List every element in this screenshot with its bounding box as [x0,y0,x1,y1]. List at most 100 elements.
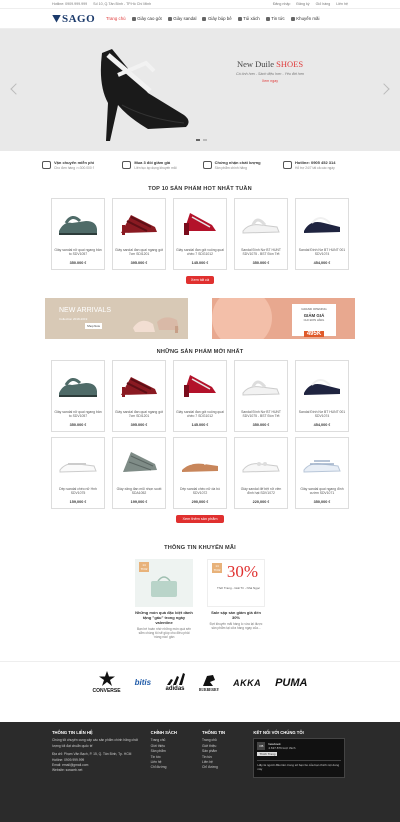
slider-next-icon[interactable] [378,83,390,95]
shop-now-button[interactable]: Shop Now [85,323,102,329]
nav-high-heels[interactable]: Giày cao gót [131,16,162,21]
nav-flats[interactable]: Giày búp bê [202,16,232,21]
topbar-address: Số 10, Q.Tân Bình - TP.Hồ Chí Minh [93,2,152,6]
shoe-icon [131,16,136,21]
contact-link[interactable]: Liên hệ [336,2,348,6]
view-more-products-button[interactable]: Xem thêm sản phẩm [176,515,224,523]
product-price: 395.000 ₫ [130,261,148,265]
brand-converse[interactable]: CONVERSE [93,671,121,694]
nav-label: Khuyến mãi [296,16,320,21]
promo-title[interactable]: Sale sập sàn giảm giá đến 30% [207,610,265,620]
grand-opening-card: GRAND OPENING GIẢM GIÁ CHO ĐƠN HÀNG 495K [292,304,336,337]
nav-home[interactable]: Trang chủ [106,16,126,21]
product-card[interactable]: Sandal Đính Nơ BT HUNT 001 SDV1074 454,00… [295,360,349,432]
product-image[interactable] [174,438,226,484]
product-name[interactable]: Sandal Đính Nơ BT HUNT SDV1075 - BST Đón… [235,410,287,422]
product-name[interactable]: Giày sandal đế bệt nữ viền đính hạt SDV1… [235,487,287,499]
product-name[interactable]: Dép sandal chéo nữ da bò SDV1072 [174,487,226,499]
product-image[interactable] [52,438,104,484]
product-name[interactable]: Giày sandal đan quai ngang gót 7cm SDI12… [113,410,165,422]
facebook-widget[interactable]: FB facebook 4.637.876 lượt thích Thích T… [253,738,346,779]
hero-cta-link[interactable]: Xem ngay [230,79,310,83]
nav-promo[interactable]: Khuyến mãi [290,16,320,21]
product-card[interactable]: Giày sandal nữ quai ngang bản to SDV1057… [51,360,105,432]
product-card[interactable]: Giày sandal nữ quai ngang bản to SDV1057… [51,198,105,270]
product-image[interactable] [296,438,348,484]
product-name[interactable]: Dép sandal chéo nữ Hnh SDV1075 [52,487,104,499]
brand-adidas[interactable]: adidas [165,673,186,692]
product-name[interactable]: Giày sandal đan quai ngang gót 7cm SDI12… [113,248,165,260]
product-card[interactable]: Sandal Đính Nơ BT HUNT 001 SDV1074 454,00… [295,198,349,270]
footer-link[interactable]: Chỉ đường [151,765,192,770]
slider-prev-icon[interactable] [10,83,22,95]
logo[interactable]: SAGO [52,13,100,25]
product-image[interactable] [174,361,226,407]
product-card[interactable]: Sandal Đính Nơ BT HUNT SDV1075 - BST Đón… [234,198,288,270]
product-image[interactable] [52,361,104,407]
banner-row: NEW ARRIVALS Collection 2018-2019 Shop N… [0,298,400,339]
product-name[interactable]: Giày sandal nữ quai ngang bản to SDV1057 [52,248,104,260]
banner-shoes-image [133,317,179,333]
product-image[interactable] [113,199,165,245]
product-image[interactable] [235,199,287,245]
product-card[interactable]: Dép sandal chéo nữ Hnh SDV1075 159,000 ₫ [51,437,105,509]
login-link[interactable]: Đăng nhập [273,2,291,6]
product-card[interactable]: Giày sandal đan quai ngang gót 7cm SDI12… [112,360,166,432]
brand-burberry[interactable]: BURBERRY [199,674,219,692]
product-name[interactable]: Sandal Đính Nơ BT HUNT SDV1075 - BST Đón… [235,248,287,260]
product-image[interactable] [113,438,165,484]
nav-news[interactable]: Tin tức [265,16,285,21]
product-card[interactable]: Giày xăng đan mũi nhọn scott SDA1052 199,… [112,437,166,509]
facebook-like-button[interactable]: Thích Trang [257,752,278,757]
product-price: 145.000 ₫ [191,261,209,265]
product-price: 199,000 ₫ [130,500,148,504]
feature-shipping: Vận chuyển miễn phí Cho đơn hàng >=300.00… [42,160,117,178]
promo-title[interactable]: Những món quà đặc biệt dành tặng "gấu" t… [135,610,193,625]
banner-new-arrivals[interactable]: NEW ARRIVALS Collection 2018-2019 Shop N… [45,298,188,339]
product-card[interactable]: Giày sandal đan gót vuông quai chéo 7 SD… [173,360,227,432]
footer-link[interactable]: Chỉ đường [202,765,243,770]
product-image[interactable] [235,438,287,484]
nav-bags[interactable]: Túi xách [237,16,260,21]
product-name[interactable]: Giày sandal nữ quai ngang bản to SDV1057 [52,410,104,422]
banner-grand-opening[interactable]: GRAND OPENING GIẢM GIÁ CHO ĐƠN HÀNG 495K [212,298,355,339]
hero-slider[interactable]: New Duile SHOES Cá tính hơn - Sành điệu … [0,29,400,151]
nav-label: Tin tức [271,16,285,21]
product-card[interactable]: Giày sandal đan quai ngang gót 7cm SDI12… [112,198,166,270]
feature-bar: Vận chuyển miễn phí Cho đơn hàng >=300.00… [0,160,400,178]
product-card[interactable]: Dép sandal chéo nữ da bò SDV1072 290,000 … [173,437,227,509]
nav-sandals[interactable]: Giày sandal [167,16,196,21]
product-price: 350.000 ₫ [69,261,87,265]
badge-icon [202,161,212,169]
product-card[interactable]: Giày sandal đan gót vuông quai chéo 7 SD… [173,198,227,270]
product-image[interactable] [296,199,348,245]
product-image[interactable] [296,361,348,407]
product-image[interactable] [235,361,287,407]
product-price: 350.000 ₫ [69,423,87,427]
product-card[interactable]: Sandal Đính Nơ BT HUNT SDV1075 - BST Đón… [234,360,288,432]
promo-card[interactable]: 14 Th02 Những món quà đặc biệt dành tặng… [135,559,193,639]
brand-bitis[interactable]: bitis [135,678,151,687]
product-name[interactable]: Sandal Đính Nơ BT HUNT 001 SDV1074 [296,248,348,260]
product-image[interactable] [52,199,104,245]
topbar-hotline: Hotline: 0909.999.999 [52,2,88,6]
product-name[interactable]: Giày sandal quai ngang đính cườm SDV1071 [296,487,348,499]
product-name[interactable]: Sandal Đính Nơ BT HUNT 001 SDV1074 [296,410,348,422]
product-name[interactable]: Giày sandal đan gót vuông quai chéo 7 SD… [174,410,226,422]
slider-dots[interactable] [196,139,207,141]
product-name[interactable]: Giày sandal đan gót vuông quai chéo 7 SD… [174,248,226,260]
cart-link[interactable]: Giỏ hàng [316,2,331,6]
product-image[interactable] [174,199,226,245]
promo-card[interactable]: 14 Th02 30% Thời Trang - Giải Trí - Nhà … [207,559,265,639]
brand-akka[interactable]: AKKA [233,678,261,688]
nav-label: Túi xách [243,16,260,21]
view-all-button[interactable]: Xem tất cả [186,276,214,284]
product-name[interactable]: Giày xăng đan mũi nhọn scott SDA1052 [113,487,165,499]
register-link[interactable]: Đăng ký [296,2,309,6]
section-title-top10: TOP 10 SẢN PHẨM HOT NHẤT TUẦN [148,186,252,192]
brand-puma[interactable]: PUMA [275,677,307,689]
promo-image: 14 Th02 30% Thời Trang - Giải Trí - Nhà … [207,559,265,607]
product-card[interactable]: Giày sandal đế bệt nữ viền đính hạt SDV1… [234,437,288,509]
product-image[interactable] [113,361,165,407]
product-card[interactable]: Giày sandal quai ngang đính cườm SDV1071… [295,437,349,509]
